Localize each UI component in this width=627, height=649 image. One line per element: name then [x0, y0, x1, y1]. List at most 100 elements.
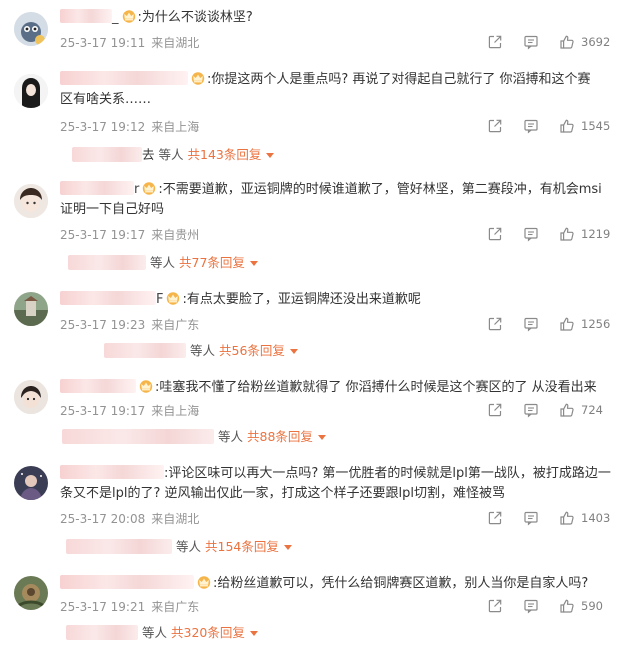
- comment-body: :你提这两个人是重点吗? 再说了对得起自己就行了 你滔搏和这个赛: [207, 72, 591, 87]
- username[interactable]: [60, 181, 134, 195]
- username[interactable]: [60, 379, 136, 393]
- like-icon[interactable]: [559, 510, 575, 526]
- share-icon[interactable]: [487, 598, 503, 614]
- comment-body-line2: 区有啥关系……: [60, 92, 152, 107]
- share-icon[interactable]: [487, 34, 503, 50]
- share-icon[interactable]: [487, 510, 503, 526]
- comment-date: 25-3-17 19:23: [60, 318, 146, 332]
- like-icon[interactable]: [559, 34, 575, 50]
- reply-count[interactable]: 共56条回复: [219, 343, 285, 358]
- chevron-down-icon[interactable]: [283, 545, 292, 550]
- comment-body: :有点太要脸了，亚运铜牌还没出来道歉呢: [182, 292, 421, 307]
- reply-count[interactable]: 共77条回复: [179, 255, 245, 270]
- share-icon[interactable]: [487, 118, 503, 134]
- reply-deng: 等人: [190, 343, 216, 358]
- comment-text: :你提这两个人是重点吗? 再说了对得起自己就行了 你滔搏和这个赛区有啥关系……: [60, 70, 620, 110]
- comment-date: 25-3-17 19:17: [60, 228, 146, 242]
- comment-icon[interactable]: [523, 598, 539, 614]
- replier-names: [72, 147, 142, 162]
- crown-badge-icon: [196, 575, 212, 589]
- like-icon[interactable]: [559, 402, 575, 418]
- comment-meta: 25-3-17 20:08 来自湖北: [60, 510, 199, 527]
- like-icon[interactable]: [559, 316, 575, 332]
- username-tail[interactable]: _: [112, 10, 119, 25]
- reply-count[interactable]: 共88条回复: [247, 429, 313, 444]
- comment-actions: 3692: [487, 34, 617, 52]
- avatar[interactable]: [14, 12, 48, 46]
- share-icon[interactable]: [487, 402, 503, 418]
- comment-item: :你提这两个人是重点吗? 再说了对得起自己就行了 你滔搏和这个赛 区有啥关系…… …: [0, 70, 627, 168]
- avatar[interactable]: [14, 184, 48, 218]
- crown-badge-icon: [165, 291, 181, 305]
- reply-count[interactable]: 共154条回复: [205, 539, 279, 554]
- like-icon[interactable]: [559, 598, 575, 614]
- comment-text: r:不需要道歉，亚运铜牌的时候谁道歉了，管好林坚，第二赛段冲，有机会msi 证明一…: [60, 180, 620, 220]
- comment-icon[interactable]: [523, 316, 539, 332]
- comment-location: 来自湖北: [151, 512, 200, 526]
- chevron-down-icon[interactable]: [249, 261, 258, 266]
- username[interactable]: [60, 291, 156, 305]
- chevron-down-icon[interactable]: [317, 435, 326, 440]
- like-count: 724: [581, 403, 603, 417]
- avatar[interactable]: [14, 74, 48, 108]
- avatar[interactable]: [14, 576, 48, 610]
- reply-summary[interactable]: 去等人 共143条回复: [72, 146, 275, 164]
- avatar[interactable]: [14, 466, 48, 500]
- comment-actions: 1403: [487, 510, 617, 528]
- comment-body: :为什么不谈谈林坚?: [137, 10, 253, 25]
- like-icon[interactable]: [559, 226, 575, 242]
- comment-actions: 1256: [487, 316, 617, 334]
- chevron-down-icon[interactable]: [289, 349, 298, 354]
- like-count: 1219: [581, 227, 611, 241]
- comment-text: :哇塞我不懂了给粉丝道歉就得了 你滔搏什么时候是这个赛区的了 从没看出来: [60, 378, 620, 398]
- username[interactable]: [60, 465, 164, 479]
- comment-icon[interactable]: [523, 402, 539, 418]
- replier-names: [104, 343, 186, 358]
- reply-summary[interactable]: 等人 共320条回复: [66, 624, 258, 642]
- username-tail[interactable]: r: [134, 182, 139, 197]
- replier-names: [66, 539, 172, 554]
- replier-names: [66, 625, 138, 640]
- avatar[interactable]: [14, 380, 48, 414]
- comment-date: 25-3-17 19:11: [60, 36, 146, 50]
- reply-summary[interactable]: 等人 共88条回复: [62, 428, 326, 446]
- comment-location: 来自上海: [151, 404, 200, 418]
- avatar[interactable]: [14, 292, 48, 326]
- comment-text: _ :为什么不谈谈林坚?: [60, 8, 620, 28]
- like-icon[interactable]: [559, 118, 575, 134]
- comment-actions: 590: [487, 598, 617, 616]
- username-tail[interactable]: F: [156, 292, 163, 307]
- reply-summary[interactable]: 等人 共77条回复: [68, 254, 258, 272]
- username[interactable]: [60, 575, 194, 589]
- username[interactable]: [60, 71, 188, 85]
- chevron-down-icon[interactable]: [249, 631, 258, 636]
- crown-badge-icon: [190, 71, 206, 85]
- comment-icon[interactable]: [523, 226, 539, 242]
- like-count: 590: [581, 599, 603, 613]
- comment-icon[interactable]: [523, 510, 539, 526]
- crown-badge-icon: [121, 9, 137, 23]
- comment-meta: 25-3-17 19:17 来自贵州: [60, 226, 199, 243]
- comment-date: 25-3-17 19:12: [60, 120, 146, 134]
- crown-badge-icon: [138, 379, 154, 393]
- comment-actions: 1219: [487, 226, 617, 244]
- username[interactable]: [60, 9, 112, 23]
- comment-text: :评论区味可以再大一点吗? 第一优胜者的时候就是lpl第一战队，被打成路边一 条又…: [60, 464, 620, 504]
- reply-count[interactable]: 共143条回复: [188, 147, 262, 162]
- like-count: 1256: [581, 317, 611, 331]
- comment-location: 来自上海: [151, 120, 200, 134]
- comment-actions: 1545: [487, 118, 617, 136]
- comment-icon[interactable]: [523, 118, 539, 134]
- reply-summary[interactable]: 等人 共56条回复: [104, 342, 298, 360]
- comment-meta: 25-3-17 19:21 来自广东: [60, 598, 199, 615]
- reply-count[interactable]: 共320条回复: [171, 625, 245, 640]
- replier-names: [68, 255, 146, 270]
- comment-body: :不需要道歉，亚运铜牌的时候谁道歉了，管好林坚，第二赛段冲，有机会msi: [158, 182, 602, 197]
- reply-summary[interactable]: 等人 共154条回复: [66, 538, 292, 556]
- share-icon[interactable]: [487, 226, 503, 242]
- comment-icon[interactable]: [523, 34, 539, 50]
- comment-body: :给粉丝道歉可以，凭什么给铜牌赛区道歉，别人当你是自家人吗?: [213, 576, 589, 591]
- replier-tail: 去: [142, 147, 155, 162]
- chevron-down-icon[interactable]: [266, 153, 275, 158]
- share-icon[interactable]: [487, 316, 503, 332]
